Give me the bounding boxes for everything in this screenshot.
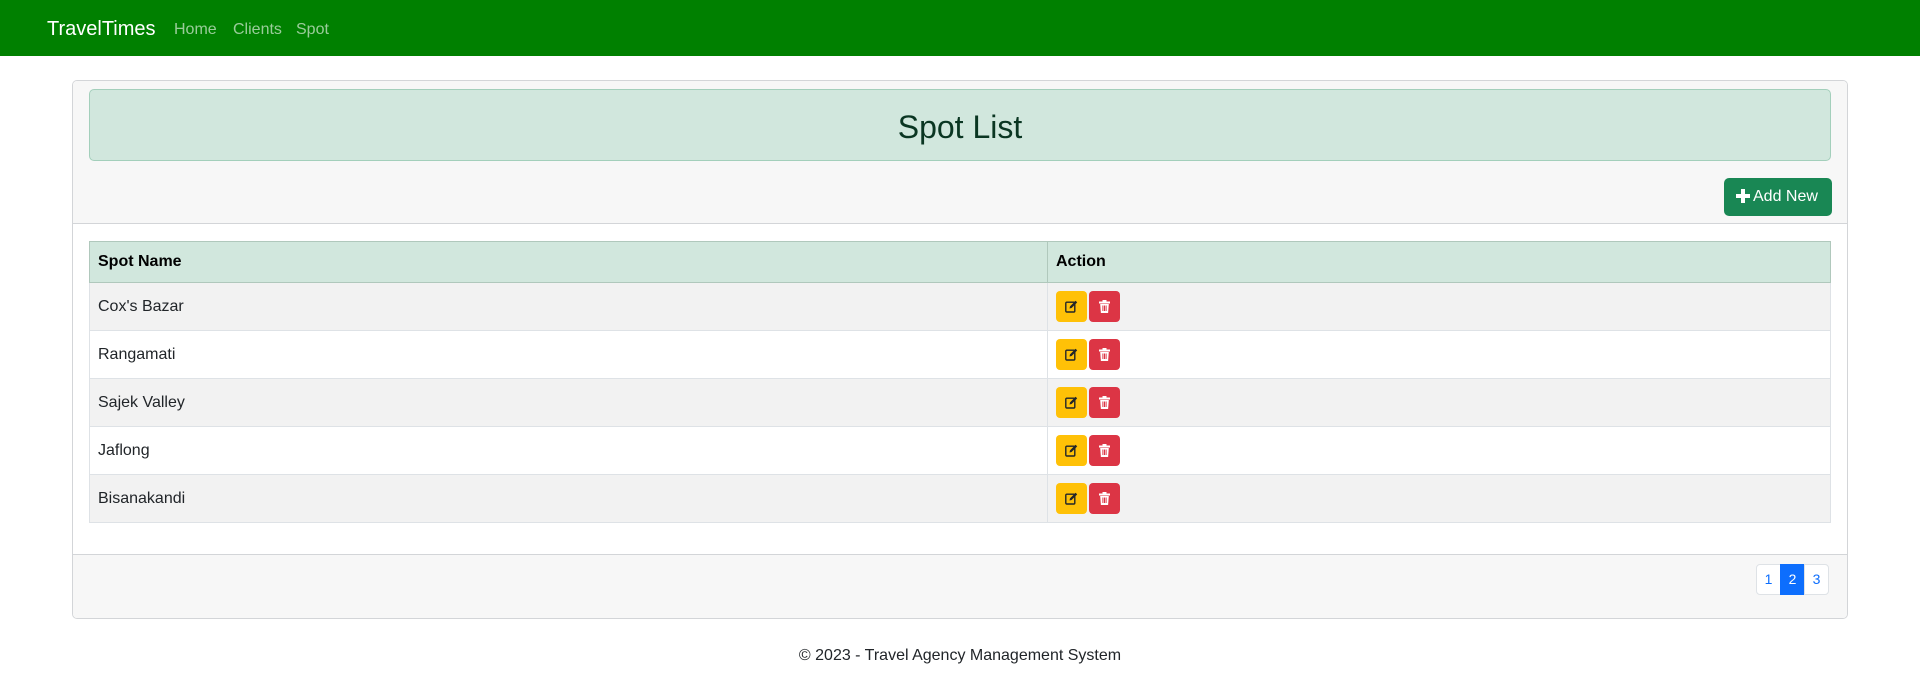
table-row: Bisanakandi (89, 474, 1831, 523)
edit-button[interactable] (1056, 339, 1087, 370)
action-cell (1047, 330, 1831, 379)
delete-button[interactable] (1089, 291, 1120, 322)
edit-button[interactable] (1056, 387, 1087, 418)
page-link-2[interactable]: 2 (1780, 564, 1805, 595)
card-footer: 123 (73, 554, 1847, 618)
spot-list-card: Spot List Add New Spot Name Action Cox's… (72, 80, 1848, 619)
navbar: TravelTimes Home Clients Spot (0, 0, 1920, 56)
table-body: Cox's Bazar Rangamati Sajek Valley Jaflong B… (89, 282, 1831, 523)
spot-table: Spot Name Action Cox's Bazar Rangamati Saj… (89, 241, 1831, 523)
spot-name-cell: Jaflong (89, 426, 1048, 475)
action-cell (1047, 282, 1831, 331)
table-row: Jaflong (89, 426, 1831, 475)
plus-icon (1736, 186, 1750, 206)
pagination: 123 (1756, 564, 1829, 595)
page-link-1[interactable]: 1 (1756, 564, 1781, 595)
delete-button[interactable] (1089, 387, 1120, 418)
card-header: Spot List Add New (73, 81, 1847, 224)
table-row: Rangamati (89, 330, 1831, 379)
nav-link-clients[interactable]: Clients (233, 20, 282, 40)
table-row: Sajek Valley (89, 378, 1831, 427)
title-alert: Spot List (89, 89, 1831, 161)
add-new-button[interactable]: Add New (1724, 178, 1832, 216)
spot-name-cell: Bisanakandi (89, 474, 1048, 523)
page-footer: © 2023 - Travel Agency Management System (798, 647, 1122, 664)
spot-name-cell: Cox's Bazar (89, 282, 1048, 331)
edit-button[interactable] (1056, 435, 1087, 466)
page-link-3[interactable]: 3 (1804, 564, 1829, 595)
spot-name-cell: Sajek Valley (89, 378, 1048, 427)
nav-link-spot[interactable]: Spot (296, 20, 329, 40)
header-action: Action (1047, 241, 1831, 283)
delete-button[interactable] (1089, 435, 1120, 466)
spot-name-cell: Rangamati (89, 330, 1048, 379)
action-cell (1047, 474, 1831, 523)
action-cell (1047, 378, 1831, 427)
edit-button[interactable] (1056, 483, 1087, 514)
table-row: Cox's Bazar (89, 282, 1831, 331)
delete-button[interactable] (1089, 483, 1120, 514)
nav-link-home[interactable]: Home (174, 20, 217, 40)
header-spot-name: Spot Name (89, 241, 1048, 283)
delete-button[interactable] (1089, 339, 1120, 370)
edit-button[interactable] (1056, 291, 1087, 322)
action-cell (1047, 426, 1831, 475)
add-new-label: Add New (1753, 188, 1818, 205)
brand-link[interactable]: TravelTimes (47, 17, 156, 41)
table-header-row: Spot Name Action (89, 241, 1831, 283)
page-title: Spot List (897, 109, 1023, 145)
